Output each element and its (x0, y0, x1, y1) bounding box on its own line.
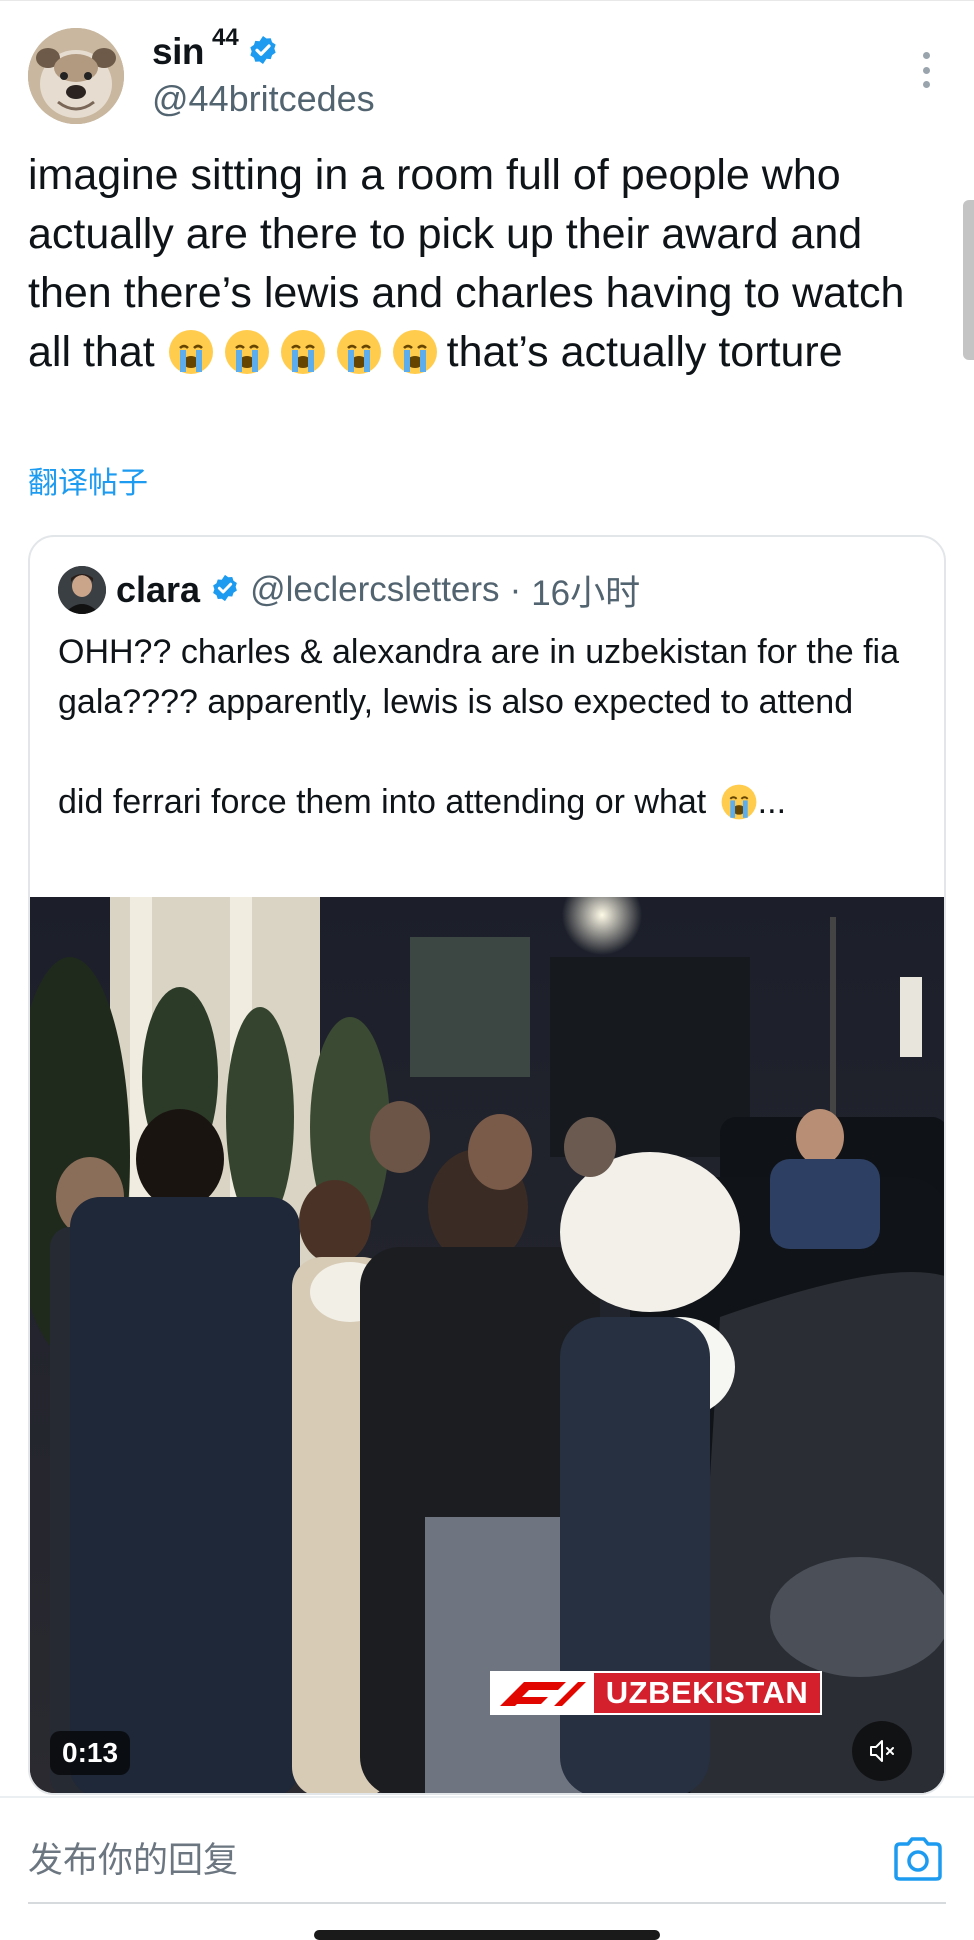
reply-divider (0, 1796, 974, 1798)
quoted-avatar[interactable] (58, 566, 106, 614)
verified-badge-icon (247, 34, 279, 71)
more-vertical-icon[interactable] (908, 48, 944, 92)
f1-logo-icon (490, 1671, 594, 1715)
camera-icon[interactable] (892, 1836, 944, 1882)
reply-underline (28, 1902, 946, 1904)
post-text: imagine sitting in a room full of people… (28, 146, 948, 382)
reply-input[interactable]: 发布你的回复 (28, 1832, 238, 1883)
post-text-tail: that’s actually torture (446, 328, 843, 376)
broadcast-banner: UZBEKISTAN (490, 1671, 822, 1715)
quoted-ellipsis: ... (757, 783, 787, 821)
video-frame (30, 897, 944, 1793)
video-duration: 0:13 (50, 1731, 131, 1775)
quoted-author-name[interactable]: clara (116, 569, 200, 611)
quoted-post-card[interactable]: clara @leclercsletters · 16小时 OHH?? char… (28, 535, 946, 1795)
banner-country: UZBEKISTAN (594, 1673, 820, 1713)
translate-post-link[interactable]: 翻译帖子 (28, 458, 148, 502)
quoted-timestamp: 16小时 (531, 573, 641, 613)
quoted-header: clara @leclercsletters · 16小时 (58, 565, 640, 615)
crying-emoji-icon (392, 330, 437, 374)
author-handle[interactable]: @44britcedes (152, 78, 375, 120)
video-player[interactable]: UZBEKISTAN 0:13 (30, 897, 944, 1793)
scrollbar[interactable] (963, 200, 974, 360)
crying-emoji-icon (168, 330, 213, 374)
separator-dot: · (509, 570, 522, 609)
crying-emoji-icon (280, 330, 325, 374)
quoted-text: OHH?? charles & alexandra are in uzbekis… (58, 627, 928, 827)
author-name-row[interactable]: sin 44 (152, 24, 279, 76)
quoted-handle[interactable]: @leclercsletters (250, 570, 499, 610)
crying-emoji-icon (336, 330, 381, 374)
verified-badge-icon (210, 573, 240, 608)
emoji-group (167, 328, 447, 376)
crying-emoji-icon (721, 784, 757, 820)
author-name[interactable]: sin (152, 31, 204, 73)
top-divider (0, 0, 974, 1)
home-indicator[interactable] (314, 1930, 660, 1940)
mute-icon[interactable] (852, 1721, 912, 1781)
author-name-suffix: 44 (211, 24, 239, 51)
crying-emoji-icon (224, 330, 269, 374)
author-avatar[interactable] (28, 28, 124, 124)
